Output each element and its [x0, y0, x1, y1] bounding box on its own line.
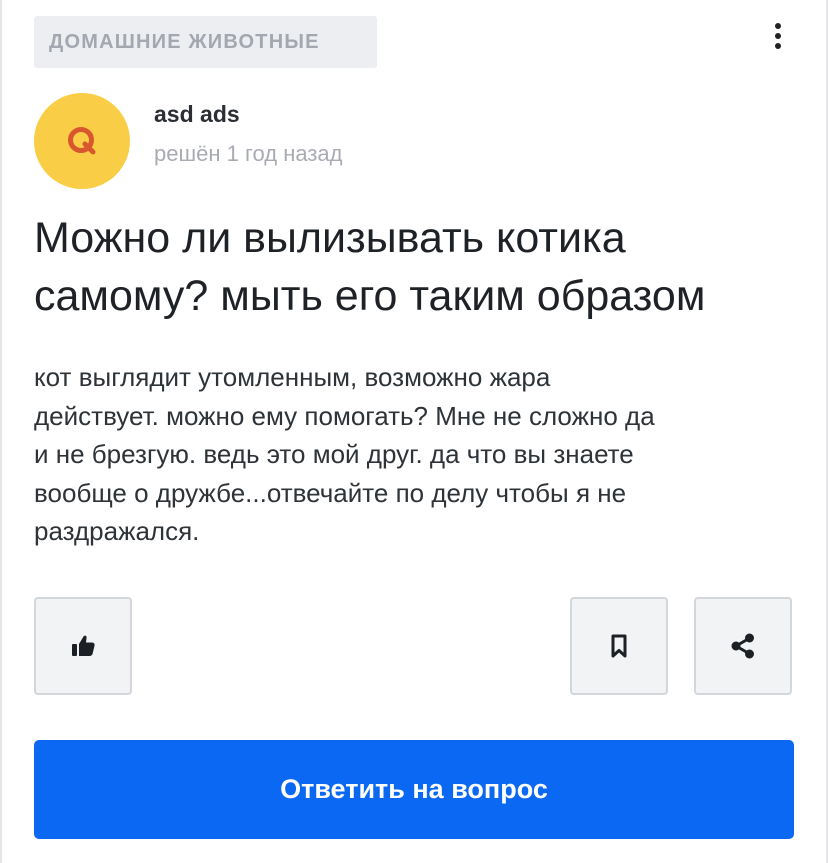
question-title-line: Можно ли вылизывать котика: [34, 214, 626, 262]
question-body-line: вообще о дружбе...отвечайте по делу чтоб…: [34, 477, 627, 508]
thumbs-up-icon: [72, 635, 95, 656]
question-title-line: самому? мыть его таким образом: [34, 272, 706, 320]
bookmark-icon: [611, 634, 627, 658]
category-tag[interactable]: ДОМАШНИЕ ЖИВОТНЫЕ: [34, 16, 377, 68]
question-body-line: и не брезгую. ведь это мой друг. да что …: [34, 439, 634, 469]
question-body-line: действует. можно ему помогать? Мне не сл…: [34, 400, 655, 431]
more-vertical-icon: [775, 23, 781, 29]
answer-question-button[interactable]: Ответить на вопрос: [34, 740, 794, 839]
card-border-left: [0, 0, 2, 863]
share-icon: [731, 633, 754, 659]
question-body-line: раздражался.: [34, 516, 200, 546]
avatar[interactable]: [34, 93, 130, 189]
share-button[interactable]: [694, 597, 792, 695]
question-card: ДОМАШНИЕ ЖИВОТНЫЕ asd ads решён 1 год на…: [0, 0, 828, 863]
like-button[interactable]: [34, 597, 132, 695]
question-title: Можно ли вылизывать котика самому? мыть …: [34, 209, 809, 325]
more-menu-button[interactable]: [762, 16, 794, 56]
author-name[interactable]: asd ads: [154, 101, 240, 128]
avatar-q-icon: [68, 127, 96, 155]
question-body-line: кот выглядит утомленным, возможно жара: [34, 362, 551, 392]
question-body: кот выглядит утомленным, возможно жара д…: [34, 358, 794, 551]
bookmark-button[interactable]: [570, 597, 668, 695]
solved-timestamp: решён 1 год назад: [154, 141, 343, 166]
